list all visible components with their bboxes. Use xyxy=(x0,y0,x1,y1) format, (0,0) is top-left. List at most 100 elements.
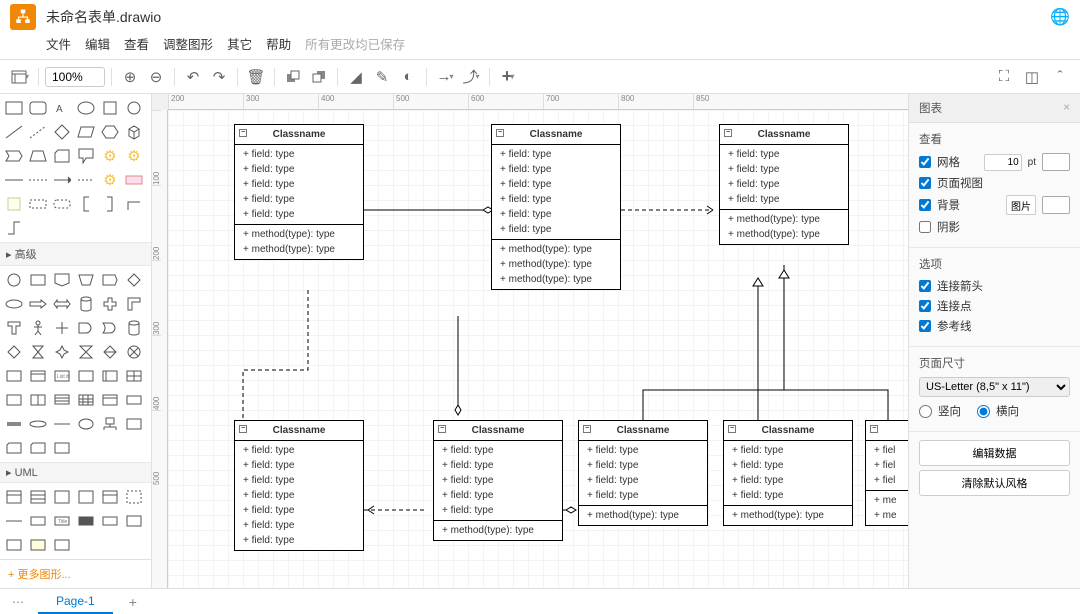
zoom-select[interactable] xyxy=(45,67,105,87)
shape-uml-8[interactable] xyxy=(26,509,50,533)
shape-adv-arrow[interactable] xyxy=(26,292,50,316)
grid-size-input[interactable] xyxy=(984,154,1022,171)
shape-adv-corner[interactable] xyxy=(122,292,146,316)
view-mode-button[interactable]: ▾ xyxy=(8,65,32,89)
shape-uml-2[interactable] xyxy=(26,485,50,509)
shadow-checkbox[interactable] xyxy=(919,221,931,233)
shape-adv-actor[interactable] xyxy=(26,316,50,340)
shape-uml-9[interactable]: Title xyxy=(50,509,74,533)
shape-uml-10[interactable] xyxy=(74,509,98,533)
shape-adv-40[interactable] xyxy=(74,412,98,436)
conn-arrows-checkbox[interactable] xyxy=(919,280,931,292)
shape-connector2[interactable] xyxy=(74,168,98,192)
shape-card[interactable] xyxy=(50,144,74,168)
grid-color-swatch[interactable] xyxy=(1042,153,1070,171)
pageview-checkbox[interactable] xyxy=(919,177,931,189)
shape-gear1[interactable]: ⚙ xyxy=(98,144,122,168)
background-checkbox[interactable] xyxy=(919,199,931,211)
page-tab-1[interactable]: Page-1 xyxy=(38,590,113,614)
shape-callout[interactable] xyxy=(74,144,98,168)
shape-uml-13[interactable] xyxy=(2,533,26,557)
uml-class[interactable]: −Classname+ field: type+ field: type+ fi… xyxy=(234,124,364,260)
more-shapes-link[interactable]: + 更多图形... xyxy=(0,559,151,588)
uml-class[interactable]: −Classname+ field: type+ field: type+ fi… xyxy=(433,420,563,541)
shape-text[interactable]: A xyxy=(50,96,74,120)
shape-adv-star4[interactable] xyxy=(50,340,74,364)
shape-adv-or[interactable] xyxy=(98,316,122,340)
shape-gear2[interactable]: ⚙ xyxy=(122,144,146,168)
grid-checkbox[interactable] xyxy=(919,156,931,168)
shape-adv-32[interactable] xyxy=(26,388,50,412)
uml-class[interactable]: −Classname+ field: type+ field: type+ fi… xyxy=(491,124,621,290)
shape-roundrect-d[interactable] xyxy=(50,192,74,216)
uml-class[interactable]: −Classname+ field: type+ field: type+ fi… xyxy=(719,124,849,245)
menu-file[interactable]: 文件 xyxy=(46,34,71,53)
shape-parallelogram[interactable] xyxy=(74,120,98,144)
shape-adv-5[interactable] xyxy=(98,268,122,292)
shape-adv-list[interactable]: List item xyxy=(50,364,74,388)
shape-adv-rect2[interactable] xyxy=(2,364,26,388)
document-title[interactable]: 未命名表单.drawio xyxy=(46,7,161,27)
shape-label[interactable] xyxy=(122,168,146,192)
shape-adv-1[interactable] xyxy=(2,268,26,292)
format-panel-toggle-icon[interactable]: ◫ xyxy=(1020,65,1044,89)
shape-uml-12[interactable] xyxy=(122,509,146,533)
shape-adv-sum[interactable] xyxy=(122,340,146,364)
shape-adv-39[interactable] xyxy=(50,412,74,436)
language-icon[interactable]: 🌐 xyxy=(1050,7,1070,27)
shape-adv-collate[interactable] xyxy=(74,340,98,364)
shape-uml-3[interactable] xyxy=(50,485,74,509)
clear-style-button[interactable]: 清除默认风格 xyxy=(919,470,1070,496)
shape-adv-42[interactable] xyxy=(122,412,146,436)
shape-bracket-l[interactable] xyxy=(74,192,98,216)
shape-adv-30[interactable] xyxy=(122,364,146,388)
shape-adv-window[interactable] xyxy=(26,364,50,388)
edit-data-button[interactable]: 编辑数据 xyxy=(919,440,1070,466)
zoom-in-icon[interactable]: ⊕ xyxy=(118,65,142,89)
landscape-radio[interactable] xyxy=(977,405,990,418)
shape-adv-3[interactable] xyxy=(50,268,74,292)
shape-note[interactable] xyxy=(2,192,26,216)
page-size-select[interactable]: US-Letter (8,5" x 11") xyxy=(919,377,1070,397)
bg-color-swatch[interactable] xyxy=(1042,196,1070,214)
shape-adv-45[interactable] xyxy=(50,436,74,460)
insert-icon[interactable]: +▾ xyxy=(496,65,520,89)
uml-class[interactable]: −Classname+ field: type+ field: type+ fi… xyxy=(723,420,853,526)
shape-adv-2[interactable] xyxy=(26,268,50,292)
shape-adv-44[interactable] xyxy=(26,436,50,460)
collapse-icon[interactable]: ˆ xyxy=(1048,65,1072,89)
fullscreen-icon[interactable]: ⛶ xyxy=(992,65,1016,89)
shape-uml-1[interactable] xyxy=(2,485,26,509)
delete-icon[interactable]: 🗑 xyxy=(244,65,268,89)
close-icon[interactable]: × xyxy=(1063,102,1070,114)
to-front-icon[interactable] xyxy=(281,65,305,89)
shape-rect[interactable] xyxy=(2,96,26,120)
shape-uml-6[interactable] xyxy=(122,485,146,509)
shape-hline[interactable] xyxy=(2,168,26,192)
shape-adv-35[interactable] xyxy=(98,388,122,412)
shape-uml-11[interactable] xyxy=(98,509,122,533)
shape-gear3[interactable]: ⚙ xyxy=(98,168,122,192)
canvas-area[interactable]: 200300400500600700800850 100200300400500 xyxy=(152,94,908,588)
shape-adv-43[interactable] xyxy=(2,436,26,460)
shape-cube[interactable] xyxy=(122,120,146,144)
zoom-out-icon[interactable]: ⊖ xyxy=(144,65,168,89)
section-uml-header[interactable]: ▸ UML xyxy=(0,462,151,483)
uml-class[interactable]: −Classname+ field: type+ field: type+ fi… xyxy=(234,420,364,551)
shape-adv-cylinder[interactable] xyxy=(74,292,98,316)
shape-adv-sort[interactable] xyxy=(98,340,122,364)
shape-adv-cross[interactable] xyxy=(98,292,122,316)
shape-elbow2[interactable] xyxy=(2,216,26,240)
add-page-icon[interactable]: + xyxy=(121,594,145,610)
image-button[interactable]: 图片 xyxy=(1006,195,1036,215)
shape-uml-7[interactable] xyxy=(2,509,26,533)
uml-class[interactable]: −Classname+ field: type+ field: type+ fi… xyxy=(578,420,708,526)
undo-icon[interactable]: ↶ xyxy=(181,65,205,89)
section-advanced-header[interactable]: ▸ 高级 xyxy=(0,242,151,266)
shape-uml-15[interactable] xyxy=(50,533,74,557)
shape-connector[interactable] xyxy=(50,168,74,192)
shape-elbow[interactable] xyxy=(122,192,146,216)
shape-bracket-r[interactable] xyxy=(98,192,122,216)
shape-adv-tee[interactable] xyxy=(2,316,26,340)
guides-checkbox[interactable] xyxy=(919,320,931,332)
